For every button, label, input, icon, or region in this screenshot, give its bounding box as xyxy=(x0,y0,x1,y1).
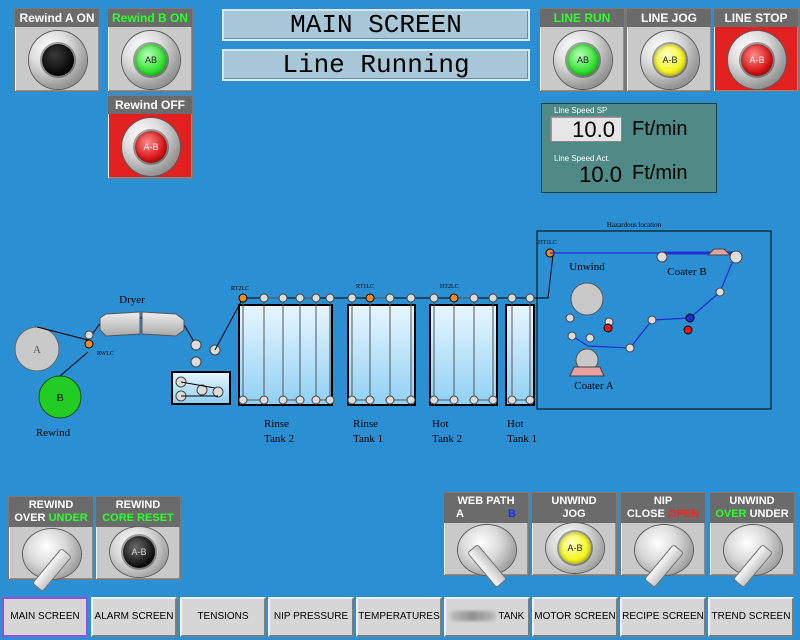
rewind-over-under-selector[interactable]: REWIND OVER UNDER xyxy=(8,496,94,593)
yellow-cap-icon: A-B xyxy=(559,532,591,564)
nav-tank[interactable]: TANK xyxy=(444,597,530,637)
dryer-left xyxy=(99,311,141,337)
rinse-tank-2 xyxy=(238,304,333,406)
nav-nip-pressure[interactable]: NIP PRESSURE xyxy=(268,597,354,637)
nav-main-screen[interactable]: MAIN SCREEN xyxy=(2,597,88,637)
unwind-label: Unwind xyxy=(569,261,605,273)
unwind-over-under-selector[interactable]: UNWIND OVER UNDER xyxy=(709,492,795,589)
coater-b-label: Coater B xyxy=(667,266,706,278)
rt2lc-label: RT2LC xyxy=(231,286,249,292)
selector-handle-icon xyxy=(466,543,508,589)
selector-knob-icon xyxy=(458,525,516,589)
rinse-tank-1 xyxy=(347,304,416,406)
rwlc-sensor xyxy=(84,339,94,349)
process-diagram: Hazardous location A B Rewind RWLC Dryer xyxy=(14,221,772,445)
rewind-over-title: REWIND xyxy=(28,499,74,511)
tank-label-line2: Tank 2 xyxy=(264,433,294,445)
selector-handle-icon xyxy=(643,543,685,589)
ht2lc-label: HT2LC xyxy=(440,284,459,290)
rwlc-label: RWLC xyxy=(97,351,114,357)
tank-label-line2: Tank 1 xyxy=(353,433,383,445)
ht2lc-sensor xyxy=(449,293,459,303)
unwind-jog-button[interactable]: UNWIND JOG A-B xyxy=(531,492,617,576)
tank-label-line2: Tank 2 xyxy=(432,433,462,445)
tank-label-line1: Hot xyxy=(507,418,524,430)
coater-b-indicator xyxy=(683,325,693,335)
nip-title: NIP xyxy=(653,495,673,507)
nip-open-label: OPEN xyxy=(667,508,700,520)
nav-recipe-screen[interactable]: RECIPE SCREEN xyxy=(620,597,706,637)
pushbutton-bezel-icon: A-B xyxy=(546,523,604,573)
unwind-under-label: UNDER xyxy=(749,508,789,520)
rewind-core-title: REWIND xyxy=(115,499,161,511)
coater-a-indicator xyxy=(603,323,613,333)
black-cap-icon: A-B xyxy=(123,536,155,568)
pushbutton-bezel-icon: A-B xyxy=(110,527,168,577)
unwind-jog-title: UNWIND xyxy=(551,495,597,507)
tank-label-line1: Rinse xyxy=(353,418,378,430)
dryer-label: Dryer xyxy=(119,294,145,306)
web-path-a-label: A xyxy=(456,508,464,520)
nav-temperatures[interactable]: TEMPERATURES xyxy=(356,597,442,637)
rewind-over-label: OVER xyxy=(14,512,46,524)
nav-tensions[interactable]: TENSIONS xyxy=(180,597,266,637)
hazard-zone-title: Hazardous location xyxy=(607,221,662,229)
nav-motor-screen[interactable]: MOTOR SCREEN xyxy=(532,597,618,637)
unwind-over-label: OVER xyxy=(715,508,747,520)
hot-tank-2 xyxy=(429,304,498,406)
roll-a-label: A xyxy=(33,344,41,356)
selector-knob-icon xyxy=(724,525,782,589)
selector-handle-icon xyxy=(31,547,73,593)
rt2lc-sensor xyxy=(238,293,248,303)
roll-b-label: B xyxy=(56,392,63,404)
rt1lc-label: RT1LC xyxy=(356,284,374,290)
nip-close-label: CLOSE xyxy=(626,508,665,520)
nav-tank-label: TANK xyxy=(498,611,525,622)
selector-knob-icon xyxy=(23,529,81,593)
unwind-jog-label: JOG xyxy=(562,508,586,520)
web-path-selector[interactable]: WEB PATH A B xyxy=(443,492,529,589)
tank-label-line1: Hot xyxy=(432,418,449,430)
tank-label-line1: Rinse xyxy=(264,418,289,430)
nip-selector[interactable]: NIP CLOSE OPEN xyxy=(620,492,706,589)
rewind-label: Rewind xyxy=(36,427,71,439)
rewind-core-reset-button[interactable]: REWIND CORE RESET A-B xyxy=(95,496,181,580)
core-reset-label: CORE RESET xyxy=(102,512,174,524)
dryer-right xyxy=(141,311,185,337)
nav-alarm-screen[interactable]: ALARM SCREEN xyxy=(91,597,177,637)
rt1lc-sensor xyxy=(365,293,375,303)
rewind-under-label: UNDER xyxy=(48,512,88,524)
unwind-roll xyxy=(570,282,604,316)
web-path-b-label: B xyxy=(508,508,516,520)
selector-handle-icon xyxy=(732,543,774,589)
blurred-text xyxy=(449,611,496,622)
ht1lc-label: HT1LC xyxy=(538,240,557,246)
web-path-title: WEB PATH xyxy=(457,495,515,507)
tank-label-line2: Tank 1 xyxy=(507,433,537,445)
nav-trend-screen[interactable]: TREND SCREEN xyxy=(708,597,794,637)
selector-knob-icon xyxy=(635,525,693,589)
coater-a-label: Coater A xyxy=(574,380,613,392)
unwind-ou-title: UNWIND xyxy=(729,495,775,507)
